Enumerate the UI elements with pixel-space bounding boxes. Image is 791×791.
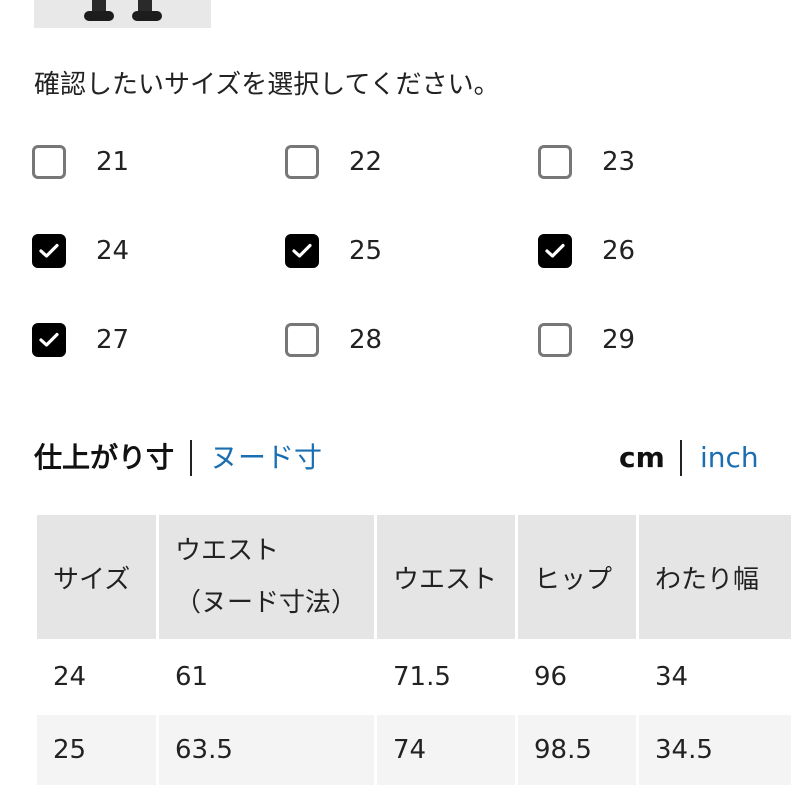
- table-cell: 34: [636, 639, 791, 715]
- size-select-prompt: 確認したいサイズを選択してください。: [34, 70, 500, 100]
- header-size: サイズ: [34, 512, 159, 642]
- size-label: 21: [96, 147, 130, 177]
- header-hip: ヒップ: [515, 512, 639, 642]
- size-option-22[interactable]: 22: [285, 145, 382, 179]
- check-icon: [545, 243, 565, 258]
- size-table: サイズ ウエスト （ヌード寸法） ウエスト ヒップ わたり幅 24 61 71.…: [34, 512, 791, 788]
- size-option-28[interactable]: 28: [285, 323, 382, 357]
- measurement-toggle-row: 仕上がり寸 ヌード寸 cm inch: [34, 436, 759, 480]
- tab-finished-size[interactable]: 仕上がり寸: [34, 436, 174, 480]
- checkbox[interactable]: [538, 323, 572, 357]
- checkbox[interactable]: [32, 234, 66, 268]
- check-icon: [39, 332, 59, 347]
- table-row: 24 61 71.5 96 34: [34, 639, 791, 715]
- size-option-26[interactable]: 26: [538, 234, 635, 268]
- checkbox[interactable]: [32, 323, 66, 357]
- size-label: 24: [96, 236, 130, 266]
- checkbox[interactable]: [32, 145, 66, 179]
- table-row: 25 63.5 74 98.5 34.5: [34, 712, 791, 788]
- table-cell: 34.5: [636, 712, 791, 788]
- size-table-container: サイズ ウエスト （ヌード寸法） ウエスト ヒップ わたり幅 24 61 71.…: [34, 512, 791, 791]
- model-shoe-right: [132, 11, 162, 21]
- size-option-21[interactable]: 21: [32, 145, 129, 179]
- header-waist-body: ウエスト （ヌード寸法）: [156, 512, 377, 642]
- table-cell: 96: [515, 639, 639, 715]
- table-cell: 24: [34, 639, 159, 715]
- checkbox[interactable]: [538, 234, 572, 268]
- model-shoe-left: [84, 11, 114, 21]
- table-cell: 98.5: [515, 712, 639, 788]
- size-label: 28: [349, 325, 383, 355]
- header-waist-body-line2: （ヌード寸法）: [175, 588, 358, 618]
- header-waist: ウエスト: [374, 512, 518, 642]
- size-label: 29: [602, 325, 636, 355]
- unit-cm[interactable]: cm: [619, 436, 665, 480]
- unit-inch[interactable]: inch: [700, 436, 759, 480]
- size-label: 27: [96, 325, 130, 355]
- size-option-27[interactable]: 27: [32, 323, 129, 357]
- header-waist-body-line1: ウエスト: [175, 536, 280, 566]
- size-label: 26: [602, 236, 636, 266]
- table-header-row: サイズ ウエスト （ヌード寸法） ウエスト ヒップ わたり幅: [34, 512, 791, 642]
- check-icon: [39, 243, 59, 258]
- checkbox[interactable]: [538, 145, 572, 179]
- size-option-23[interactable]: 23: [538, 145, 635, 179]
- size-label: 25: [349, 236, 383, 266]
- table-cell: 61: [156, 639, 377, 715]
- product-image: [34, 0, 211, 28]
- unit-divider: [680, 440, 682, 476]
- size-label: 22: [349, 147, 383, 177]
- header-thigh: わたり幅: [636, 512, 791, 642]
- table-cell: 63.5: [156, 712, 377, 788]
- size-label: 23: [602, 147, 636, 177]
- checkbox[interactable]: [285, 234, 319, 268]
- table-cell: 74: [374, 712, 518, 788]
- size-option-25[interactable]: 25: [285, 234, 382, 268]
- checkbox[interactable]: [285, 323, 319, 357]
- table-cell: 71.5: [374, 639, 518, 715]
- size-option-29[interactable]: 29: [538, 323, 635, 357]
- checkbox[interactable]: [285, 145, 319, 179]
- tab-divider: [190, 440, 192, 476]
- tab-body-size[interactable]: ヌード寸: [210, 436, 322, 480]
- check-icon: [292, 243, 312, 258]
- table-cell: 25: [34, 712, 159, 788]
- size-option-24[interactable]: 24: [32, 234, 129, 268]
